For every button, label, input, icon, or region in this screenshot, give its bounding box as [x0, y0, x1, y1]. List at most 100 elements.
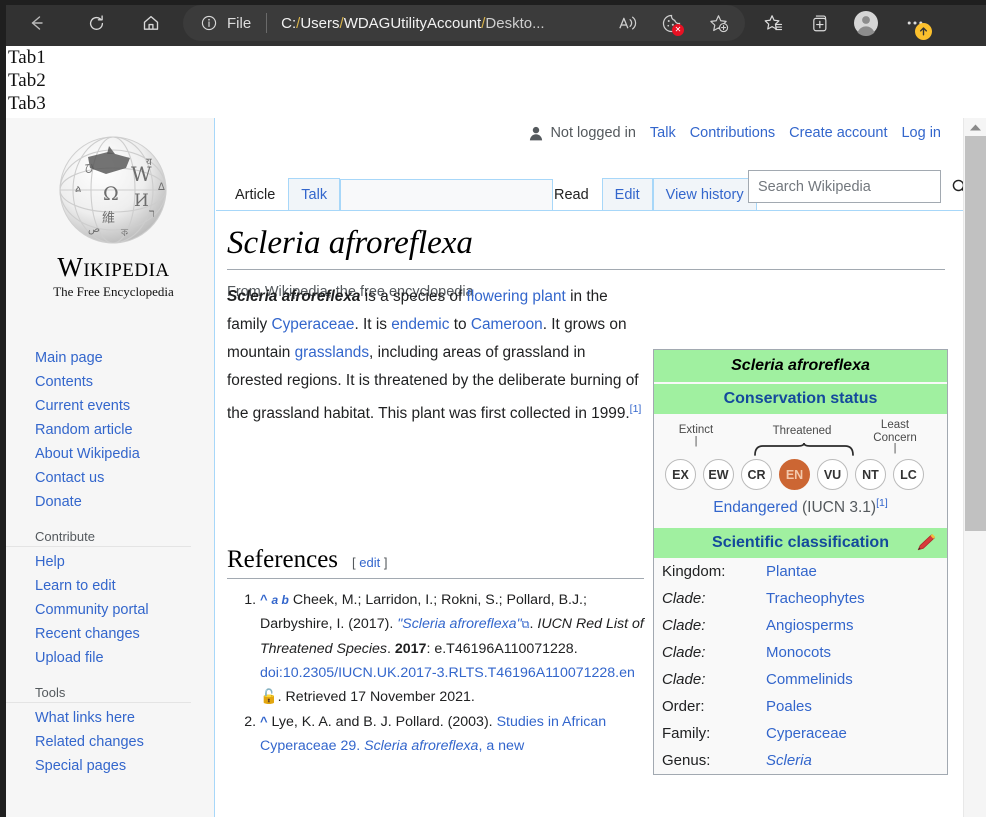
status-caption: Endangered (IUCN 3.1)[1] [662, 497, 939, 517]
sidebar-item-random-article[interactable]: Random article [6, 418, 215, 442]
url-text[interactable]: C:/Users/WDAGUtilityAccount/Deskto... [281, 15, 544, 32]
sidebar-item-contents[interactable]: Contents [6, 370, 215, 394]
link-cameroon[interactable]: Cameroon [471, 316, 543, 333]
sidebar-item-help[interactable]: Help [6, 550, 215, 574]
personal-link-contributions[interactable]: Contributions [690, 125, 775, 141]
status-reference-marker[interactable]: [1] [876, 497, 888, 509]
taxonomy-value-genus: Scleria [762, 747, 947, 774]
search-input[interactable] [749, 177, 947, 196]
link-grasslands[interactable]: grasslands [295, 344, 369, 361]
tracking-prevention-cookie-icon[interactable]: ✕ [656, 8, 686, 38]
namespace-tabs: Article Talk [222, 178, 554, 210]
tab-read[interactable]: Read [541, 178, 602, 210]
ref1-doi-link[interactable]: doi:10.2305/IUCN.UK.2017-3.RLTS.T46196A1… [260, 665, 635, 681]
home-button[interactable] [136, 8, 166, 38]
add-favorite-icon[interactable] [703, 8, 733, 38]
status-circle-ew[interactable]: EW [703, 459, 734, 490]
collections-icon[interactable] [758, 8, 788, 38]
taxonomy-row-clade-2: Clade: Angiosperms [654, 612, 947, 639]
link-flowering-plant[interactable]: flowering plant [467, 288, 566, 305]
conservation-status-graphic: Extinct | Threatened Least Concern | EX EW … [654, 414, 947, 526]
taxonomy-link-scleria[interactable]: Scleria [766, 752, 812, 769]
status-circle-vu[interactable]: VU [817, 459, 848, 490]
sidebar-item-current-events[interactable]: Current events [6, 394, 215, 418]
profile-icon[interactable] [851, 8, 881, 38]
status-circle-lc[interactable]: LC [893, 459, 924, 490]
sidebar-item-related-changes[interactable]: Related changes [6, 730, 215, 754]
svg-text:ል: ል [75, 184, 81, 195]
link-endemic[interactable]: endemic [391, 316, 449, 333]
page-tab-1[interactable]: Tab1 [8, 46, 986, 69]
taxonomy-link-poales[interactable]: Poales [766, 698, 812, 715]
tab-article[interactable]: Article [222, 178, 289, 210]
update-available-badge[interactable] [915, 23, 932, 40]
page-tab-3[interactable]: Tab3 [8, 92, 986, 115]
status-circle-nt[interactable]: NT [855, 459, 886, 490]
sidebar-item-community-portal[interactable]: Community portal [6, 598, 215, 622]
ref2-authors: Lye, K. A. and B. J. Pollard. (2003). [267, 714, 497, 730]
info-circle-icon[interactable] [200, 14, 218, 32]
tab-edit[interactable]: Edit [601, 178, 653, 210]
sidebar-item-about-wikipedia[interactable]: About Wikipedia [6, 442, 215, 466]
sidebar-item-recent-changes[interactable]: Recent changes [6, 622, 215, 646]
browser-essentials-icon[interactable] [805, 8, 835, 38]
link-cyperaceae[interactable]: Cyperaceae [271, 316, 354, 333]
settings-and-more-icon[interactable] [900, 8, 932, 40]
taxonomy-link-angiosperms[interactable]: Angiosperms [766, 617, 854, 634]
svg-text:И: И [134, 191, 149, 211]
taxonomy-link-monocots[interactable]: Monocots [766, 644, 831, 661]
window-left-edge-2 [0, 46, 6, 118]
status-circle-en[interactable]: EN [779, 459, 810, 490]
pencil-edit-icon[interactable] [915, 533, 937, 558]
page-tab-2[interactable]: Tab2 [8, 69, 986, 92]
ref1-ab-links[interactable]: a b [272, 593, 289, 607]
reload-button[interactable] [81, 8, 111, 38]
wikipedia-tagline: The Free Encyclopedia [53, 284, 174, 299]
edit-label[interactable]: edit [359, 555, 380, 570]
ref1-backlink[interactable]: ^ [260, 592, 268, 607]
scrollbar-up-arrow[interactable] [964, 118, 986, 136]
taxonomy-link-cyperaceae[interactable]: Cyperaceae [766, 725, 847, 742]
wikipedia-logo[interactable]: Ω W И 維 ר ひ य ል ক ᐃ ص WIKIPEDIA The Free… [36, 130, 191, 300]
conservation-status-heading[interactable]: Conservation status [654, 384, 947, 414]
status-label-extinct: Extinct | [666, 424, 726, 446]
svg-text:維: 維 [102, 211, 115, 226]
status-circle-cr[interactable]: CR [741, 459, 772, 490]
read-aloud-icon[interactable] [612, 8, 642, 38]
sidebar-item-contact-us[interactable]: Contact us [6, 466, 215, 490]
taxonomy-rank-family: Family: [662, 725, 711, 743]
ref2-backlink[interactable]: ^ [260, 714, 268, 729]
sidebar-item-special-pages[interactable]: Special pages [6, 754, 215, 778]
browser-toolbar: File C:/Users/WDAGUtilityAccount/Deskto.… [0, 0, 986, 46]
taxonomy-rank-clade-3: Clade: [662, 644, 706, 662]
references-edit-link[interactable]: [ edit ] [352, 555, 387, 570]
taxonomy-link-commelinids[interactable]: Commelinids [766, 671, 853, 688]
back-button[interactable] [22, 8, 52, 38]
threatened-text: Threatened [772, 425, 832, 437]
status-caption-link[interactable]: Endangered [713, 499, 797, 516]
status-circle-ex[interactable]: EX [665, 459, 696, 490]
personal-link-talk[interactable]: Talk [650, 125, 676, 141]
wiki-content-area: Not logged in Talk Contributions Create … [216, 118, 968, 817]
page-scrollbar[interactable] [963, 118, 986, 817]
ref1-title-link[interactable]: "Scleria afroreflexa" [397, 616, 521, 632]
tab-talk[interactable]: Talk [288, 178, 341, 210]
sidebar-item-learn-to-edit[interactable]: Learn to edit [6, 574, 215, 598]
svg-text:ר: ר [149, 206, 155, 220]
taxonomy-row-family: Family: Cyperaceae [654, 720, 947, 747]
personal-link-create-account[interactable]: Create account [789, 125, 887, 141]
reference-marker-1[interactable]: [1] [630, 403, 642, 415]
taxonomy-link-tracheophytes[interactable]: Tracheophytes [766, 590, 865, 607]
extinct-tick: | [694, 434, 698, 447]
tab-view-history[interactable]: View history [652, 178, 757, 210]
taxonomy-link-plantae[interactable]: Plantae [766, 563, 817, 580]
sidebar-item-donate[interactable]: Donate [6, 490, 215, 514]
sidebar-item-upload-file[interactable]: Upload file [6, 646, 215, 670]
scrollbar-thumb[interactable] [965, 136, 986, 531]
taxonomy-value-clade-2: Angiosperms [762, 612, 947, 639]
sidebar-item-what-links-here[interactable]: What links here [6, 706, 215, 730]
sidebar-item-main-page[interactable]: Main page [6, 346, 215, 370]
reference-item-2: ^ Lye, K. A. and B. J. Pollard. (2003). … [260, 710, 647, 758]
sci-classification-label[interactable]: Scientific classification [712, 534, 889, 552]
personal-link-log-in[interactable]: Log in [901, 125, 941, 141]
